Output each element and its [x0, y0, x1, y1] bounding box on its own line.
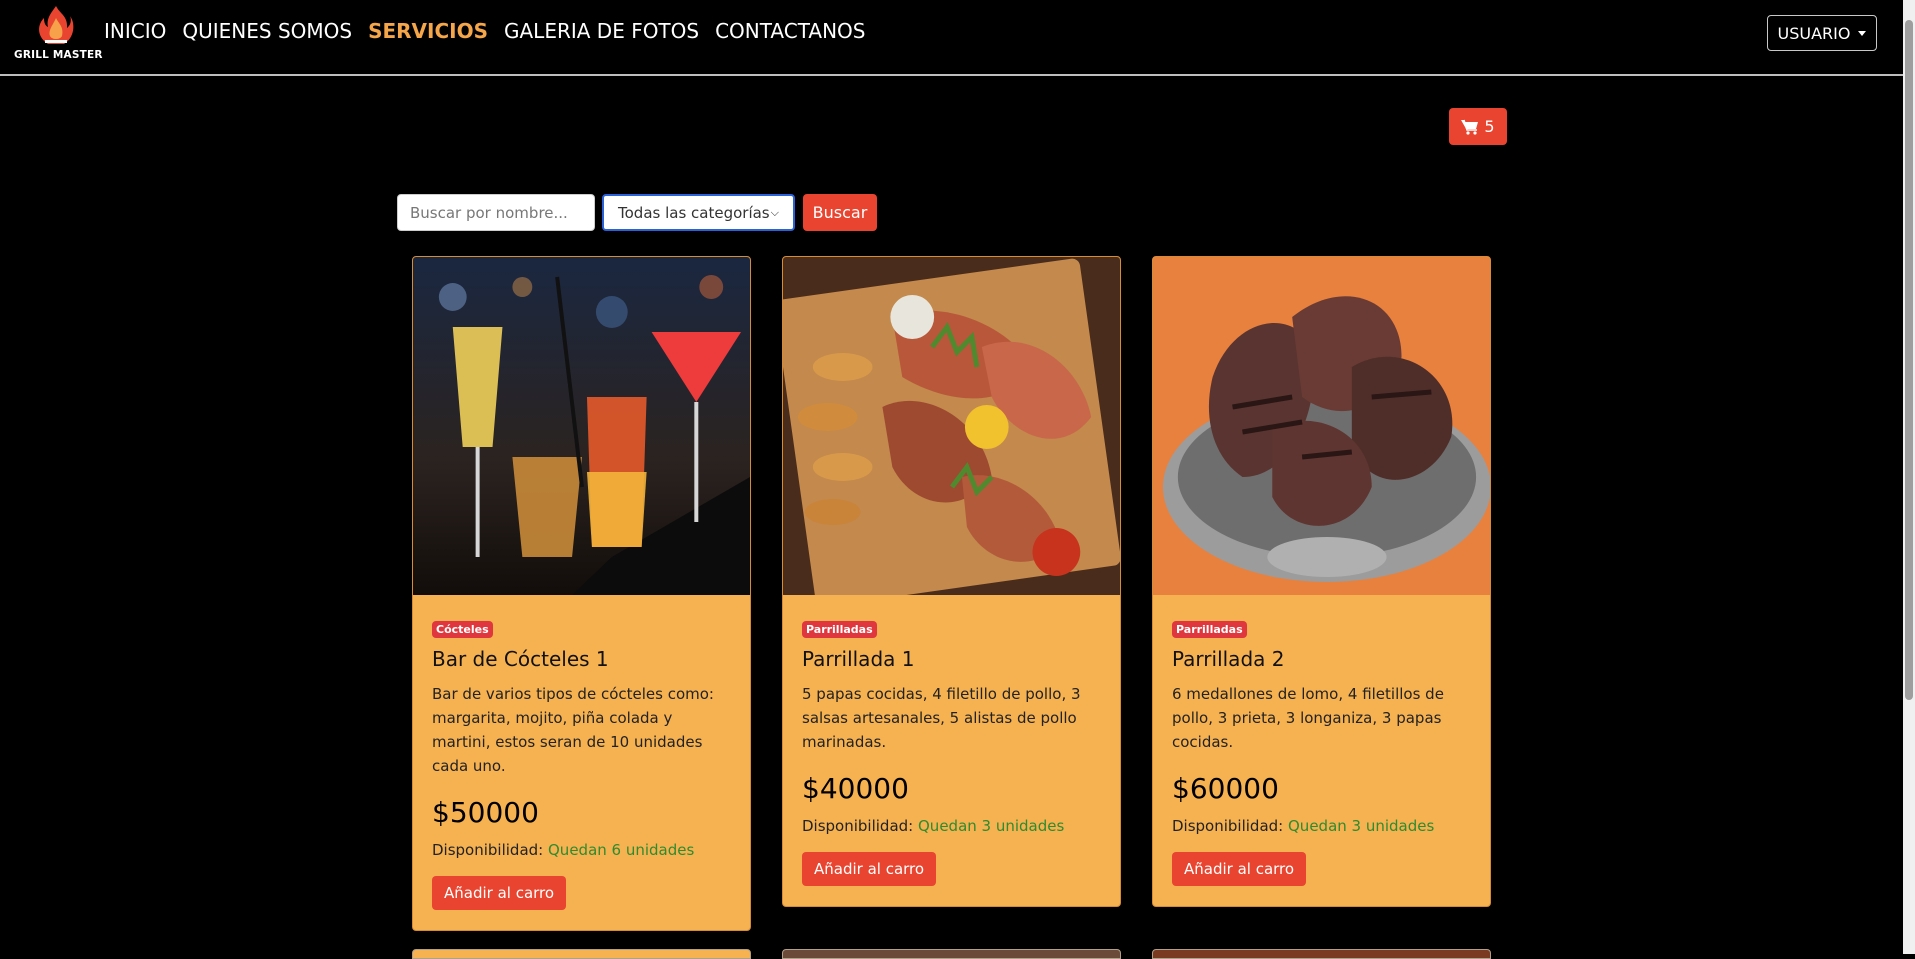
- availability-label: Disponibilidad:: [802, 817, 914, 835]
- chevron-down-icon: ⌵: [770, 205, 779, 219]
- user-dropdown-label: USUARIO: [1777, 23, 1851, 43]
- page-scrollbar[interactable]: [1903, 0, 1915, 954]
- category-badge: Cócteles: [432, 621, 493, 638]
- category-select-value: Todas las categorías: [618, 203, 770, 222]
- product-image-steak-bowl: [1153, 257, 1490, 595]
- cart-count: 5: [1484, 117, 1495, 136]
- nav-contactanos[interactable]: CONTACTANOS: [715, 19, 865, 43]
- flame-grill-icon: [39, 6, 74, 44]
- add-to-cart-button[interactable]: Añadir al carro: [432, 876, 567, 910]
- cart-button[interactable]: 5: [1449, 108, 1507, 145]
- availability-label: Disponibilidad:: [432, 841, 544, 859]
- category-badge: Parrilladas: [1172, 621, 1247, 638]
- brand-logo[interactable]: GRILL MASTER: [14, 4, 103, 64]
- product-price: $40000: [802, 772, 909, 805]
- brand-name: GRILL MASTER: [14, 49, 103, 61]
- product-image-cocktails: [413, 257, 750, 595]
- nav-galeria-de-fotos[interactable]: GALERIA DE FOTOS: [504, 19, 699, 43]
- product-card-peek: [1152, 949, 1491, 959]
- category-select[interactable]: Todas las categorías ⌵: [602, 194, 795, 231]
- availability-value: Quedan 3 unidades: [918, 817, 1065, 835]
- product-card: Cócteles Bar de Cócteles 1 Bar de varios…: [412, 256, 751, 931]
- top-navbar: GRILL MASTER INICIO QUIENES SOMOS SERVIC…: [0, 0, 1903, 76]
- product-card-body: Parrilladas Parrillada 1 5 papas cocidas…: [783, 595, 1120, 906]
- shopping-cart-icon: [1461, 119, 1479, 135]
- nav-servicios[interactable]: SERVICIOS: [368, 19, 488, 43]
- caret-down-icon: [1858, 30, 1867, 36]
- product-availability: Disponibilidad: Quedan 6 unidades: [432, 841, 731, 859]
- scrollbar-thumb[interactable]: [1905, 20, 1913, 700]
- product-description: 6 medallones de lomo, 4 filetillos de po…: [1172, 685, 1444, 751]
- product-card-body: Parrilladas Parrillada 2 6 medallones de…: [1153, 595, 1490, 906]
- product-description: Bar de varios tipos de cócteles como: ma…: [432, 685, 714, 775]
- nav-inicio[interactable]: INICIO: [104, 19, 166, 43]
- availability-value: Quedan 3 unidades: [1288, 817, 1435, 835]
- product-card: Parrilladas Parrillada 2 6 medallones de…: [1152, 256, 1491, 907]
- product-card-peek: [782, 949, 1121, 959]
- category-badge: Parrilladas: [802, 621, 877, 638]
- search-button[interactable]: Buscar: [803, 194, 877, 231]
- product-card-peek: [412, 949, 751, 959]
- add-to-cart-button[interactable]: Añadir al carro: [1172, 852, 1307, 886]
- product-price: $50000: [432, 796, 539, 829]
- user-dropdown-button[interactable]: USUARIO: [1767, 15, 1877, 51]
- product-card: Parrilladas Parrillada 1 5 papas cocidas…: [782, 256, 1121, 907]
- nav-quienes-somos[interactable]: QUIENES SOMOS: [182, 19, 352, 43]
- add-to-cart-button[interactable]: Añadir al carro: [802, 852, 937, 886]
- product-card-body: Cócteles Bar de Cócteles 1 Bar de varios…: [413, 595, 750, 930]
- product-description: 5 papas cocidas, 4 filetillo de pollo, 3…: [802, 685, 1081, 751]
- product-title: Parrillada 2: [1172, 647, 1285, 671]
- search-input[interactable]: [397, 194, 595, 231]
- availability-label: Disponibilidad:: [1172, 817, 1284, 835]
- product-price: $60000: [1172, 772, 1279, 805]
- main-nav: INICIO QUIENES SOMOS SERVICIOS GALERIA D…: [104, 19, 865, 43]
- availability-value: Quedan 6 unidades: [548, 841, 695, 859]
- product-title: Bar de Cócteles 1: [432, 647, 609, 671]
- product-title: Parrillada 1: [802, 647, 915, 671]
- product-availability: Disponibilidad: Quedan 3 unidades: [1172, 817, 1471, 835]
- product-availability: Disponibilidad: Quedan 3 unidades: [802, 817, 1101, 835]
- product-image-grill-platter: [783, 257, 1120, 595]
